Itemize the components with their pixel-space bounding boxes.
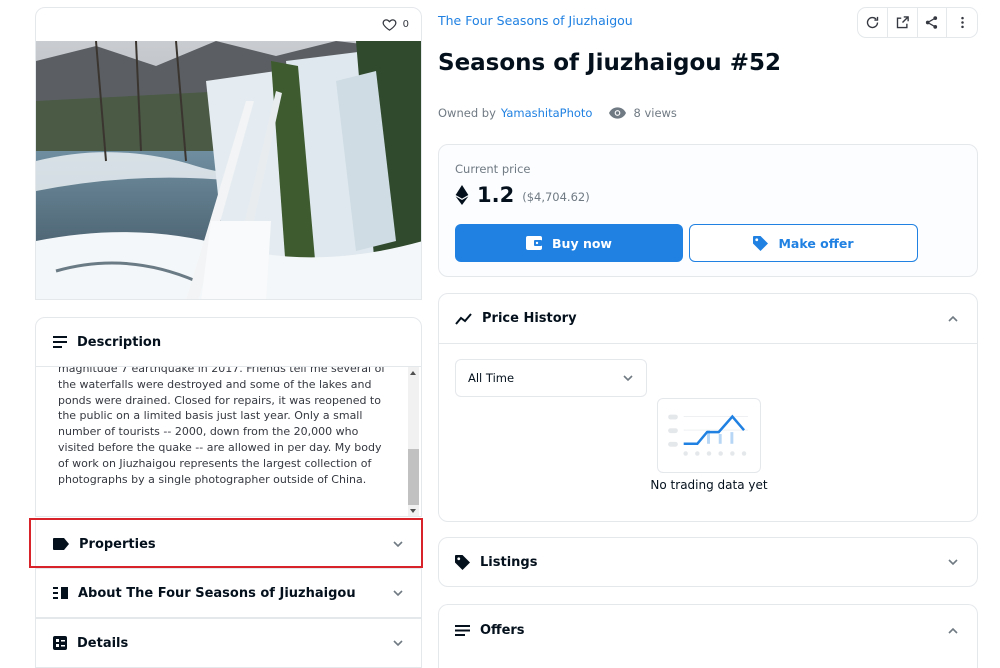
- asset-photo[interactable]: [36, 41, 422, 300]
- about-collection-accordion[interactable]: About The Four Seasons of Jiuzhaigou: [35, 568, 422, 618]
- owner-link[interactable]: YamashitaPhoto: [501, 106, 593, 120]
- tag-icon: [53, 538, 69, 550]
- description-text: magnitude 7 earthquake in 2017. Friends …: [58, 367, 386, 486]
- offers-label: Offers: [480, 623, 525, 638]
- chevron-down-icon: [393, 541, 403, 548]
- price-usd: ($4,704.62): [522, 190, 590, 204]
- scroll-up-arrow-icon[interactable]: [410, 371, 416, 375]
- owner-row: Owned by YamashitaPhoto 8 views: [438, 106, 677, 120]
- asset-toolbar: [857, 7, 978, 38]
- tag-icon: [753, 235, 769, 251]
- description-text-area: magnitude 7 earthquake in 2017. Friends …: [36, 367, 410, 516]
- list-lines-icon: [53, 336, 67, 348]
- details-icon: [53, 636, 67, 650]
- chevron-down-icon: [623, 375, 633, 382]
- chevron-up-icon: [948, 315, 958, 322]
- favorite-bar: 0: [36, 8, 421, 41]
- eye-icon: [609, 107, 627, 119]
- time-range-select[interactable]: All Time: [455, 359, 647, 397]
- price-history-panel: Price History All Time No trading data y…: [438, 293, 978, 522]
- share-icon: [926, 16, 938, 29]
- no-trading-data-text: No trading data yet: [650, 478, 768, 492]
- details-label: Details: [77, 635, 129, 651]
- buy-now-button[interactable]: Buy now: [455, 224, 683, 262]
- description-heading: Description: [77, 334, 162, 350]
- favorite-count: 0: [402, 19, 409, 30]
- about-collection-label: About The Four Seasons of Jiuzhaigou: [78, 585, 356, 601]
- trending-line-icon: [455, 312, 472, 325]
- price-panel: Current price 1.2 ($4,704.62) Buy now Ma…: [438, 144, 978, 277]
- ethereum-icon: [455, 185, 469, 205]
- views-count: 8 views: [609, 106, 677, 120]
- wallet-icon: [526, 236, 543, 250]
- chevron-up-icon: [948, 627, 958, 634]
- price-value: 1.2: [477, 183, 515, 207]
- description-panel: Description magnitude 7 earthquake in 20…: [35, 317, 422, 517]
- details-accordion[interactable]: Details: [35, 618, 422, 668]
- text-columns-icon: [53, 587, 68, 599]
- external-link-icon: [896, 16, 909, 29]
- chevron-down-icon: [393, 590, 403, 597]
- make-offer-label: Make offer: [778, 235, 854, 251]
- refresh-button[interactable]: [858, 8, 888, 37]
- price-row: 1.2 ($4,704.62): [455, 183, 590, 207]
- listings-accordion[interactable]: Listings: [438, 537, 978, 587]
- owned-by-label: Owned by: [438, 106, 496, 120]
- asset-title: Seasons of Jiuzhaigou #52: [438, 50, 781, 76]
- chevron-down-icon: [393, 640, 403, 647]
- share-button[interactable]: [918, 8, 948, 37]
- time-range-value: All Time: [468, 371, 515, 385]
- refresh-icon: [866, 16, 879, 29]
- heart-icon[interactable]: [382, 17, 397, 32]
- current-price-label: Current price: [455, 162, 531, 176]
- offers-accordion[interactable]: Offers: [438, 604, 978, 668]
- scroll-down-arrow-icon[interactable]: [410, 509, 416, 513]
- asset-image-card: 0: [35, 7, 422, 300]
- more-options-button[interactable]: [947, 8, 977, 37]
- list-lines-icon: [455, 625, 470, 636]
- properties-accordion[interactable]: Properties: [35, 519, 422, 569]
- external-link-button[interactable]: [888, 8, 918, 37]
- description-scrollbar[interactable]: [408, 367, 419, 516]
- empty-chart-illustration: [657, 398, 761, 473]
- properties-label: Properties: [79, 536, 156, 552]
- scrollbar-thumb[interactable]: [408, 449, 419, 505]
- more-vertical-icon: [960, 16, 964, 29]
- price-history-heading: Price History: [482, 311, 577, 326]
- collection-link[interactable]: The Four Seasons of Jiuzhaigou: [438, 13, 633, 28]
- make-offer-button[interactable]: Make offer: [689, 224, 918, 262]
- views-label: 8 views: [633, 106, 677, 120]
- price-history-header[interactable]: Price History: [439, 294, 977, 344]
- buy-now-label: Buy now: [552, 235, 612, 251]
- listings-label: Listings: [480, 554, 538, 570]
- chevron-down-icon: [948, 559, 958, 566]
- description-header[interactable]: Description: [36, 318, 421, 367]
- tag-icon: [455, 554, 470, 570]
